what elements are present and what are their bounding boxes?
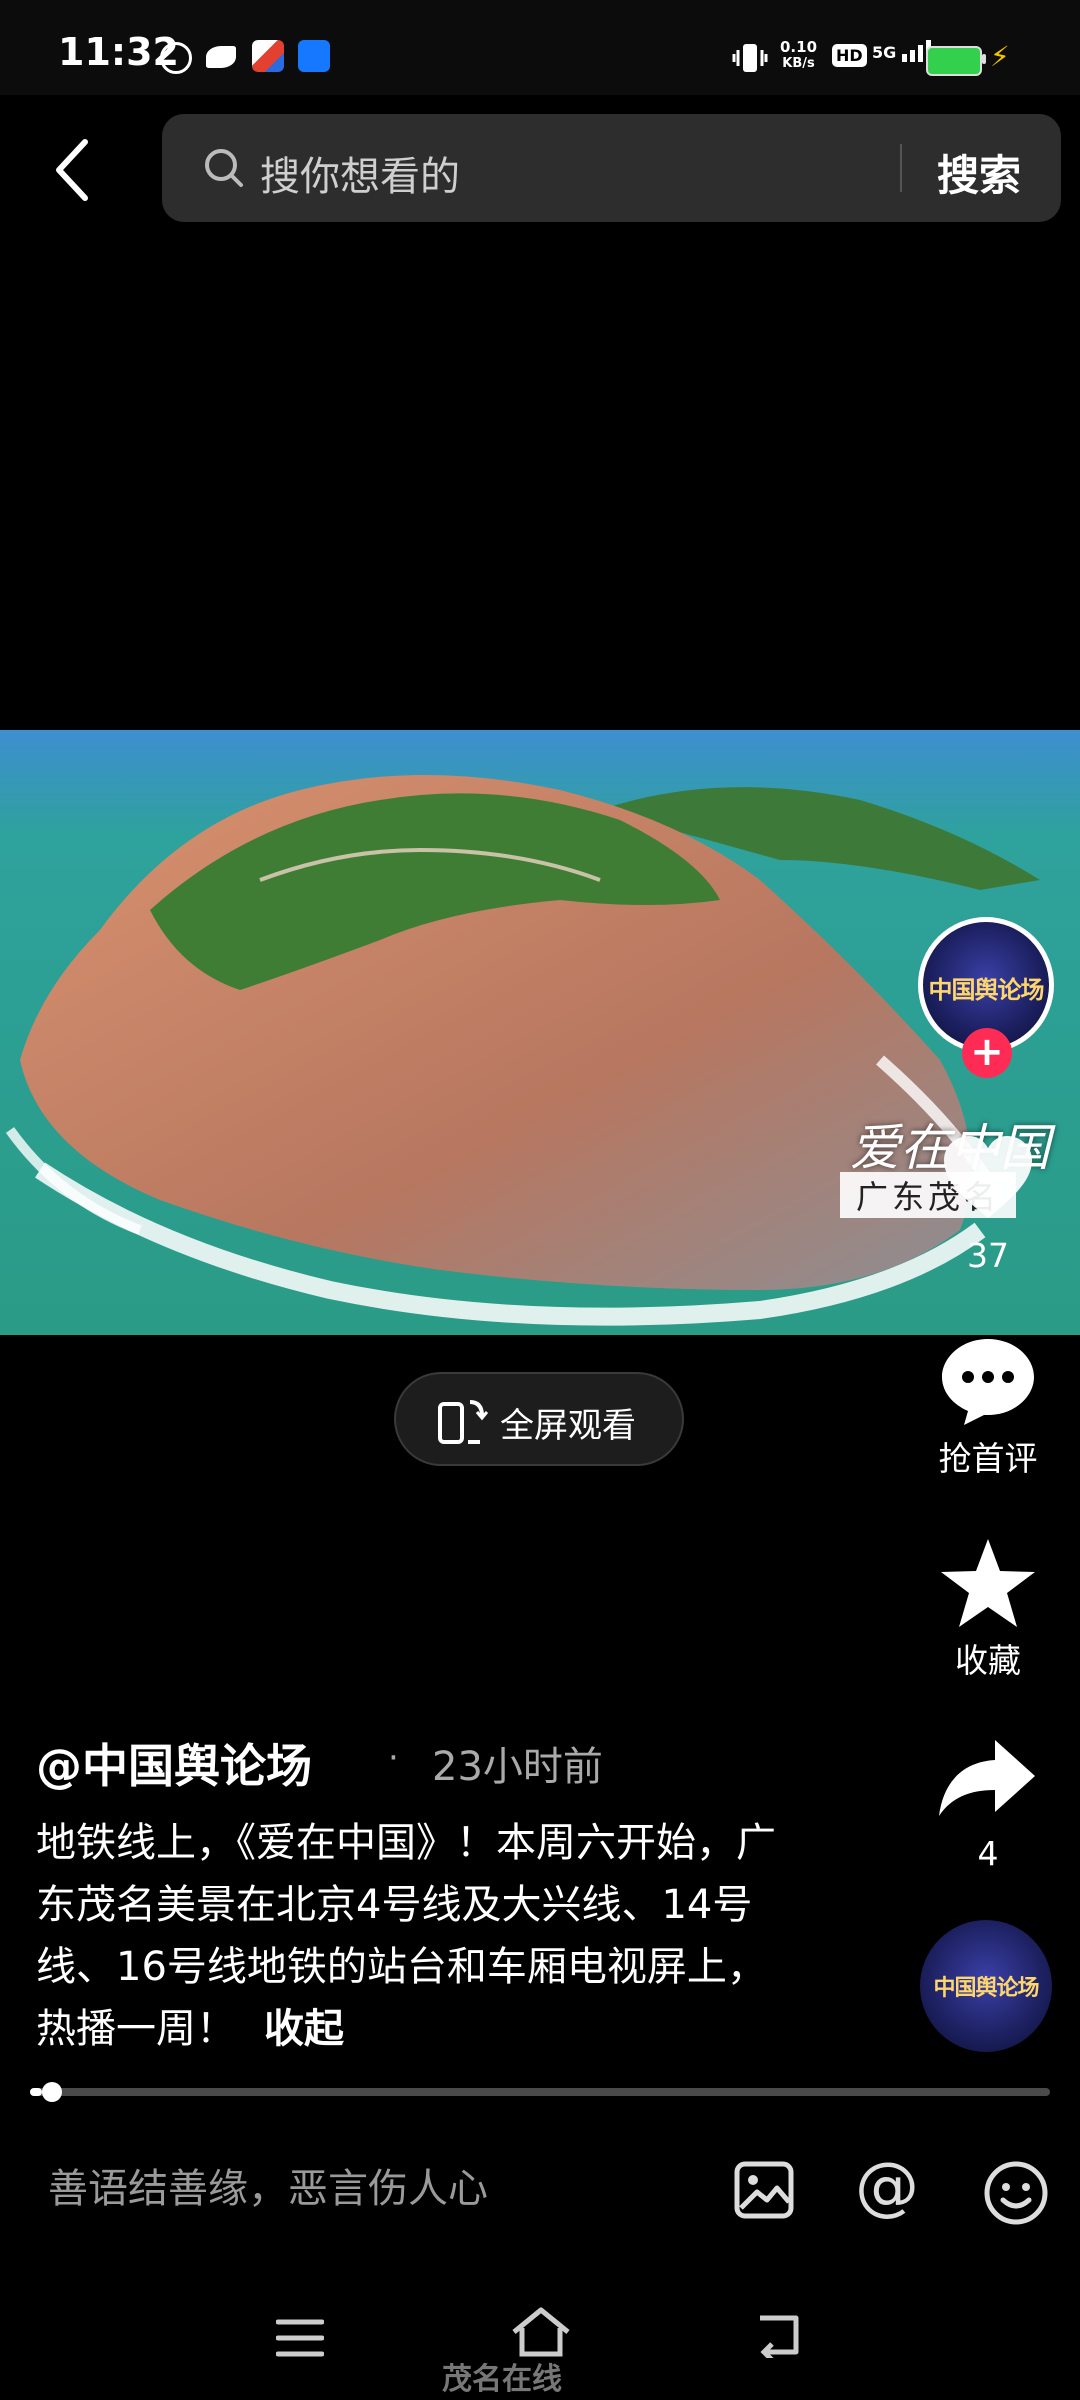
like-count: 37 <box>967 1236 1009 1275</box>
home-icon[interactable] <box>510 2306 572 2358</box>
comment-icon[interactable] <box>938 1335 1038 1427</box>
collapse-link[interactable]: 收起 <box>264 2006 344 2052</box>
music-disc[interactable]: 中国舆论场 <box>920 1920 1052 2052</box>
net-speed-value: 0.10 <box>780 38 818 56</box>
battery-icon <box>926 46 982 76</box>
net-speed-unit: KB/s <box>782 56 815 71</box>
net-speed: 0.10 KB/s <box>780 38 818 72</box>
search-box[interactable]: 搜你想看的 搜索 <box>162 114 1061 222</box>
mention-icon[interactable]: @ <box>855 2155 919 2219</box>
translate-app-icon <box>298 40 330 72</box>
avatar-logo-text: 中国舆论场 <box>928 976 1045 1004</box>
search-button[interactable]: 搜索 <box>937 142 1021 203</box>
post-separator-dot: · <box>388 1738 399 1778</box>
fullscreen-button[interactable]: 全屏观看 <box>394 1372 684 1466</box>
search-icon <box>205 149 243 187</box>
chevron-left-icon <box>56 139 88 201</box>
vibrate-icon <box>732 44 768 72</box>
follow-button[interactable]: + <box>962 1028 1012 1078</box>
heart-icon[interactable] <box>938 1130 1038 1226</box>
k-app-icon <box>160 42 192 74</box>
progress-thumb[interactable] <box>42 2082 63 2102</box>
post-time: 23小时前 <box>432 1744 603 1790</box>
emoji-icon[interactable] <box>983 2160 1049 2226</box>
signal-5g-icon: 5G <box>872 40 932 62</box>
back-button[interactable] <box>45 130 105 210</box>
image-icon[interactable] <box>733 2160 795 2220</box>
progress-fill <box>30 2088 43 2096</box>
site-watermark: 茂名在线 <box>442 2362 562 2397</box>
star-icon[interactable] <box>937 1535 1039 1631</box>
video-progress-bar[interactable] <box>30 2082 1050 2102</box>
share-icon[interactable] <box>935 1736 1039 1820</box>
news-app-icon <box>252 40 284 72</box>
signal-label: 5G <box>872 43 897 62</box>
search-input[interactable]: 搜你想看的 <box>260 144 460 202</box>
author-name[interactable]: @中国舆论场 <box>36 1730 312 1796</box>
charging-icon: ⚡ <box>990 40 1010 73</box>
post-caption: 地铁线上，《爱在中国》！本周六开始，广东茂名美景在北京4号线及大兴线、14号线、… <box>36 1812 806 2060</box>
battery-tip <box>982 54 986 64</box>
return-icon[interactable] <box>752 2312 804 2358</box>
fullscreen-label: 全屏观看 <box>500 1406 636 1446</box>
disc-logo-text: 中国舆论场 <box>933 1976 1039 2001</box>
hd-badge: HD <box>832 44 867 67</box>
rotate-screen-icon <box>438 1400 488 1444</box>
comment-input[interactable] <box>46 2158 670 2220</box>
caption-text: 地铁线上，《爱在中国》！本周六开始，广东茂名美景在北京4号线及大兴线、14号线、… <box>36 1820 776 2052</box>
favorite-label: 收藏 <box>955 1641 1021 1680</box>
menu-icon[interactable] <box>276 2318 324 2358</box>
leaf-app-icon <box>206 46 236 68</box>
search-divider <box>900 144 902 192</box>
comment-label: 抢首评 <box>938 1439 1038 1478</box>
share-count: 4 <box>977 1834 999 1873</box>
